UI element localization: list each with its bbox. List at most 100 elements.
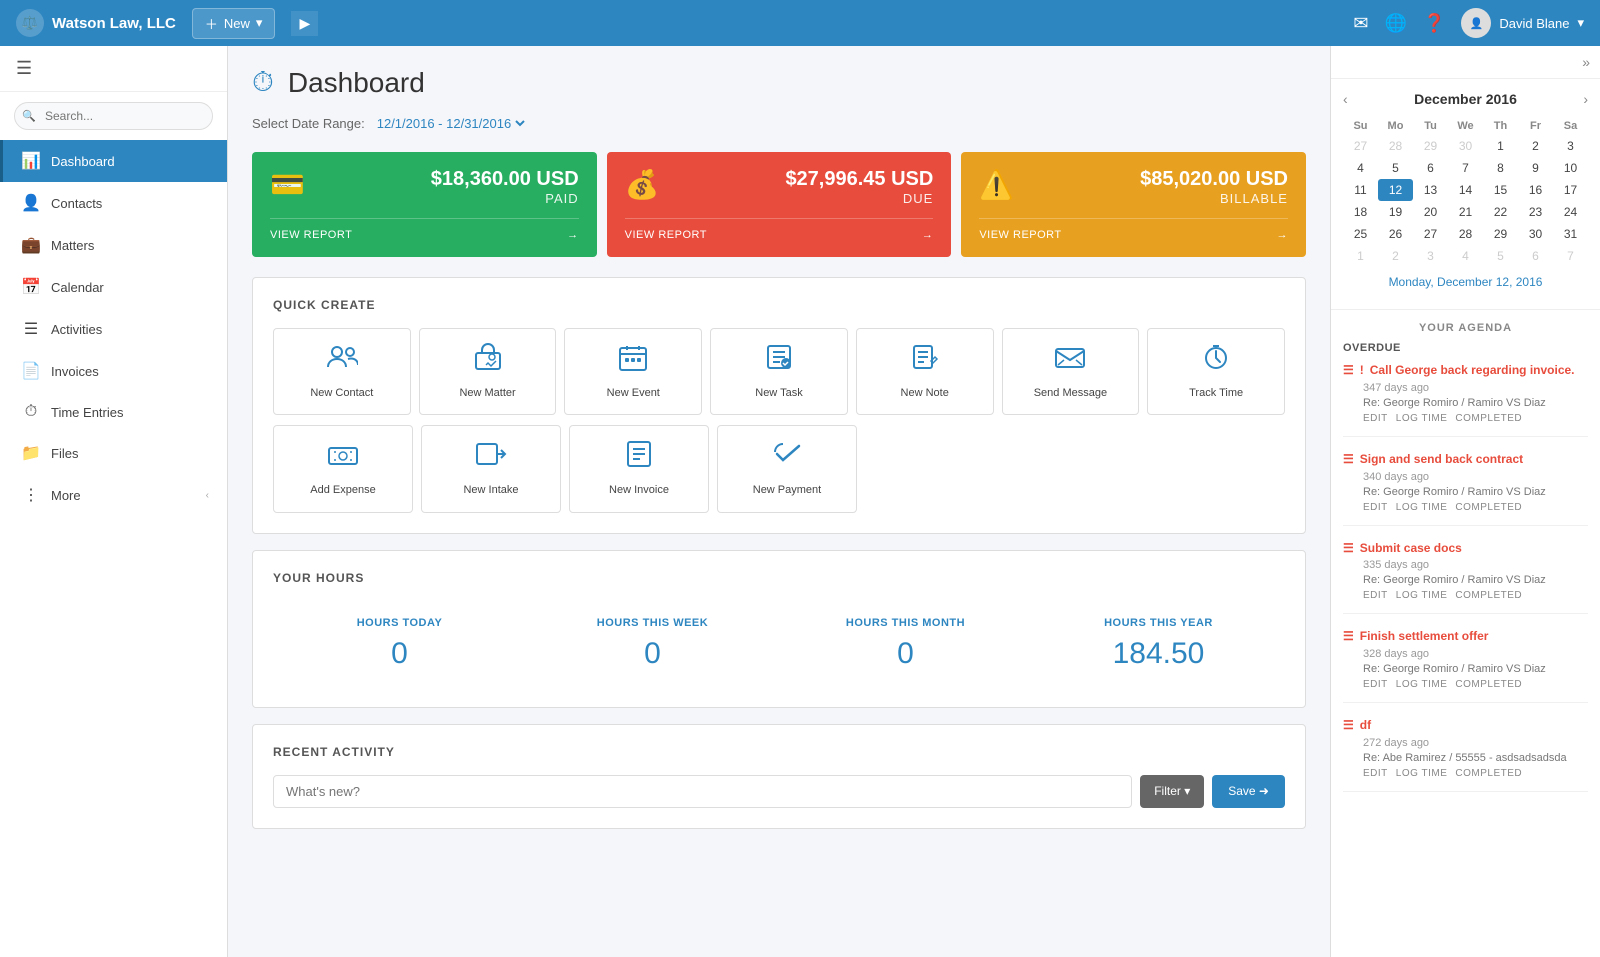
user-menu[interactable]: 👤 David Blane ▾: [1461, 8, 1584, 38]
cal-date[interactable]: 30: [1518, 223, 1553, 245]
cal-date[interactable]: 20: [1413, 201, 1448, 223]
cal-date[interactable]: 28: [1378, 135, 1413, 157]
agenda-completed[interactable]: COMPLETED: [1455, 413, 1522, 424]
cal-date[interactable]: 6: [1413, 157, 1448, 179]
sidebar-item-matters[interactable]: 💼 Matters: [0, 224, 227, 266]
agenda-item-title[interactable]: ☰ Submit case docs: [1343, 540, 1588, 557]
cal-date[interactable]: 8: [1483, 157, 1518, 179]
cal-date[interactable]: 16: [1518, 179, 1553, 201]
cal-date[interactable]: 23: [1518, 201, 1553, 223]
cal-date-today[interactable]: 12: [1378, 179, 1413, 201]
sidebar-item-dashboard[interactable]: 📊 Dashboard: [0, 140, 227, 182]
sidebar-item-invoices[interactable]: 📄 Invoices: [0, 350, 227, 392]
cal-date[interactable]: 30: [1448, 135, 1483, 157]
new-button[interactable]: ＋ New ▾: [192, 8, 276, 39]
cal-date[interactable]: 17: [1553, 179, 1588, 201]
agenda-edit[interactable]: EDIT: [1363, 502, 1388, 513]
cal-date[interactable]: 14: [1448, 179, 1483, 201]
calendar-next-button[interactable]: ›: [1583, 91, 1588, 107]
filter-button[interactable]: Filter ▾: [1140, 775, 1204, 808]
agenda-completed[interactable]: COMPLETED: [1455, 679, 1522, 690]
cal-date[interactable]: 5: [1378, 157, 1413, 179]
agenda-item-title[interactable]: ☰ Finish settlement offer: [1343, 628, 1588, 645]
agenda-log-time[interactable]: LOG TIME: [1396, 590, 1448, 601]
cal-date[interactable]: 13: [1413, 179, 1448, 201]
hamburger-menu[interactable]: ☰: [0, 46, 227, 92]
cal-date[interactable]: 11: [1343, 179, 1378, 201]
cal-date[interactable]: 29: [1413, 135, 1448, 157]
calendar-prev-button[interactable]: ‹: [1343, 91, 1348, 107]
cal-date[interactable]: 28: [1448, 223, 1483, 245]
cal-date[interactable]: 24: [1553, 201, 1588, 223]
cal-date[interactable]: 29: [1483, 223, 1518, 245]
new-matter-button[interactable]: New Matter: [419, 328, 557, 415]
sidebar-item-calendar[interactable]: 📅 Calendar: [0, 266, 227, 308]
cal-date[interactable]: 7: [1553, 245, 1588, 267]
help-icon[interactable]: ❓: [1423, 13, 1445, 34]
cal-date[interactable]: 22: [1483, 201, 1518, 223]
agenda-item-title[interactable]: ☰ ! Call George back regarding invoice.: [1343, 362, 1588, 379]
cal-date[interactable]: 9: [1518, 157, 1553, 179]
sidebar-item-more[interactable]: ⋮ More ‹: [0, 474, 227, 516]
new-intake-button[interactable]: New Intake: [421, 425, 561, 512]
globe-icon[interactable]: 🌐: [1385, 13, 1407, 34]
cal-date[interactable]: 25: [1343, 223, 1378, 245]
sidebar-item-contacts[interactable]: 👤 Contacts: [0, 182, 227, 224]
agenda-log-time[interactable]: LOG TIME: [1396, 502, 1448, 513]
due-footer[interactable]: VIEW REPORT →: [625, 218, 934, 241]
cal-date[interactable]: 19: [1378, 201, 1413, 223]
cal-date[interactable]: 2: [1518, 135, 1553, 157]
mail-icon[interactable]: ✉: [1353, 13, 1368, 34]
cal-date[interactable]: 18: [1343, 201, 1378, 223]
billable-footer[interactable]: VIEW REPORT →: [979, 218, 1288, 241]
add-expense-button[interactable]: Add Expense: [273, 425, 413, 512]
cal-date[interactable]: 31: [1553, 223, 1588, 245]
cal-date[interactable]: 5: [1483, 245, 1518, 267]
cal-date[interactable]: 27: [1343, 135, 1378, 157]
play-button[interactable]: ▶: [291, 11, 318, 36]
agenda-item-title[interactable]: ☰ Sign and send back contract: [1343, 451, 1588, 468]
cal-date[interactable]: 21: [1448, 201, 1483, 223]
cal-date[interactable]: 2: [1378, 245, 1413, 267]
sidebar-item-files[interactable]: 📁 Files: [0, 432, 227, 474]
agenda-edit[interactable]: EDIT: [1363, 590, 1388, 601]
agenda-edit[interactable]: EDIT: [1363, 679, 1388, 690]
date-range-select[interactable]: 12/1/2016 - 12/31/2016: [373, 115, 528, 132]
agenda-item-title[interactable]: ☰ df: [1343, 717, 1588, 734]
new-invoice-button[interactable]: New Invoice: [569, 425, 709, 512]
cal-date[interactable]: 27: [1413, 223, 1448, 245]
agenda-edit[interactable]: EDIT: [1363, 768, 1388, 779]
agenda-log-time[interactable]: LOG TIME: [1396, 413, 1448, 424]
new-payment-button[interactable]: New Payment: [717, 425, 857, 512]
today-link[interactable]: Monday, December 12, 2016: [1343, 267, 1588, 297]
cal-date[interactable]: 7: [1448, 157, 1483, 179]
agenda-edit[interactable]: EDIT: [1363, 413, 1388, 424]
cal-date[interactable]: 6: [1518, 245, 1553, 267]
search-input[interactable]: [14, 102, 213, 130]
new-event-button[interactable]: New Event: [564, 328, 702, 415]
cal-date[interactable]: 4: [1448, 245, 1483, 267]
agenda-completed[interactable]: COMPLETED: [1455, 502, 1522, 513]
agenda-completed[interactable]: COMPLETED: [1455, 590, 1522, 601]
send-message-button[interactable]: Send Message: [1002, 328, 1140, 415]
cal-date[interactable]: 4: [1343, 157, 1378, 179]
cal-date[interactable]: 3: [1553, 135, 1588, 157]
cal-date[interactable]: 3: [1413, 245, 1448, 267]
paid-footer[interactable]: VIEW REPORT →: [270, 218, 579, 241]
activity-input[interactable]: [273, 775, 1132, 808]
cal-date[interactable]: 1: [1343, 245, 1378, 267]
new-note-button[interactable]: New Note: [856, 328, 994, 415]
cal-date[interactable]: 10: [1553, 157, 1588, 179]
sidebar-item-time-entries[interactable]: ⏱ Time Entries: [0, 392, 227, 432]
save-button[interactable]: Save ➜: [1212, 775, 1285, 808]
track-time-button[interactable]: Track Time: [1147, 328, 1285, 415]
cal-date[interactable]: 1: [1483, 135, 1518, 157]
sidebar-item-activities[interactable]: ☰ Activities: [0, 308, 227, 350]
cal-date[interactable]: 15: [1483, 179, 1518, 201]
new-contact-button[interactable]: New Contact: [273, 328, 411, 415]
cal-date[interactable]: 26: [1378, 223, 1413, 245]
collapse-panel-button[interactable]: »: [1582, 54, 1590, 70]
agenda-completed[interactable]: COMPLETED: [1455, 768, 1522, 779]
agenda-log-time[interactable]: LOG TIME: [1396, 679, 1448, 690]
agenda-log-time[interactable]: LOG TIME: [1396, 768, 1448, 779]
